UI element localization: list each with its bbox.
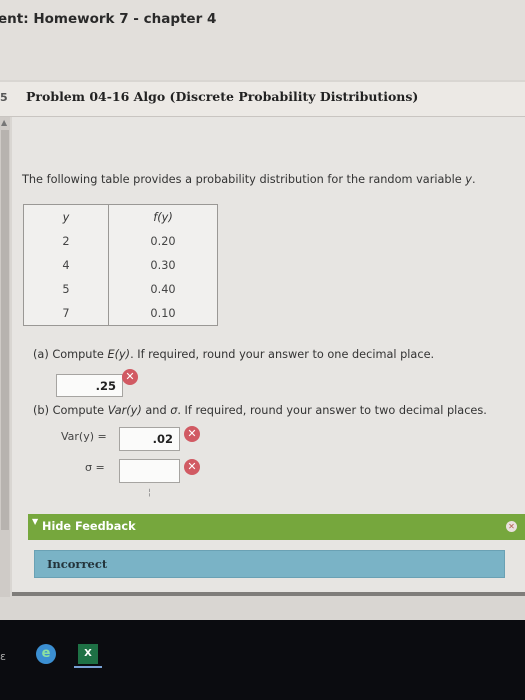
probability-table: y f(y) 2 0.20 4 0.30 5 0.40 7 0.10 [23,204,218,326]
sigma-input[interactable] [119,459,180,483]
question-b: (b) Compute Var(y) and σ. If required, r… [33,404,487,417]
problem-intro: The following table provides a probabili… [22,173,476,186]
cell-fy: 0.40 [150,282,176,296]
problem-content: The following table provides a probabili… [12,117,525,594]
hide-feedback-toggle[interactable]: ▼ Hide Feedback ✕ [28,514,525,540]
assignment-title: ent: Homework 7 - chapter 4 [0,11,217,27]
column-header-fy: f(y) [153,210,173,224]
variance-input[interactable]: .02 [119,427,180,451]
scroll-thumb[interactable] [1,130,9,530]
answer-a-input[interactable]: .25 [56,374,123,397]
cell-fy: 0.20 [150,234,176,248]
x-circle-icon: ✕ [184,459,200,475]
question-a: (a) Compute E(y). If required, round you… [33,348,435,361]
triangle-down-icon: ▼ [32,517,39,526]
hide-feedback-label: Hide Feedback [42,520,136,533]
table-row: 4 0.30 [23,253,218,277]
sigma-label: σ = [85,461,105,474]
problem-title: Problem 04-16 Algo (Discrete Probability… [26,89,419,104]
scroll-up-arrow-icon[interactable]: ▲ [1,118,7,127]
column-header-y: y [23,204,109,229]
cell-y: 2 [23,229,109,253]
problem-title-bar: 5 Problem 04-16 Algo (Discrete Probabili… [0,82,525,117]
x-circle-icon: ✕ [122,369,138,385]
cell-fy: 0.10 [150,306,176,320]
problem-index-marker[interactable]: 5 [0,91,8,104]
x-circle-icon: ✕ [184,426,200,442]
cell-fy: 0.30 [150,258,176,272]
cell-y: 5 [23,277,109,301]
variance-label: Var(y) = [61,430,107,443]
cell-y: 4 [23,253,109,277]
content-bottom-border [12,592,525,596]
excel-icon[interactable]: X [78,644,98,664]
table-row: 5 0.40 [23,277,218,301]
table-header-row: y f(y) [23,204,218,229]
assignment-header: ent: Homework 7 - chapter 4 [0,0,525,80]
table-row: 2 0.20 [23,229,218,253]
cell-y: 7 [23,301,109,326]
close-icon[interactable]: ✕ [506,521,517,532]
start-menu-icon[interactable]: ɛ [0,650,6,663]
active-app-indicator [74,666,102,668]
os-taskbar: ɛ e X [0,620,525,700]
text-cursor-icon: ¦ [148,488,152,498]
feedback-result-box: Incorrect [34,550,505,578]
feedback-result-text: Incorrect [47,557,108,571]
table-row: 7 0.10 [23,301,218,326]
edge-browser-icon[interactable]: e [36,644,56,664]
